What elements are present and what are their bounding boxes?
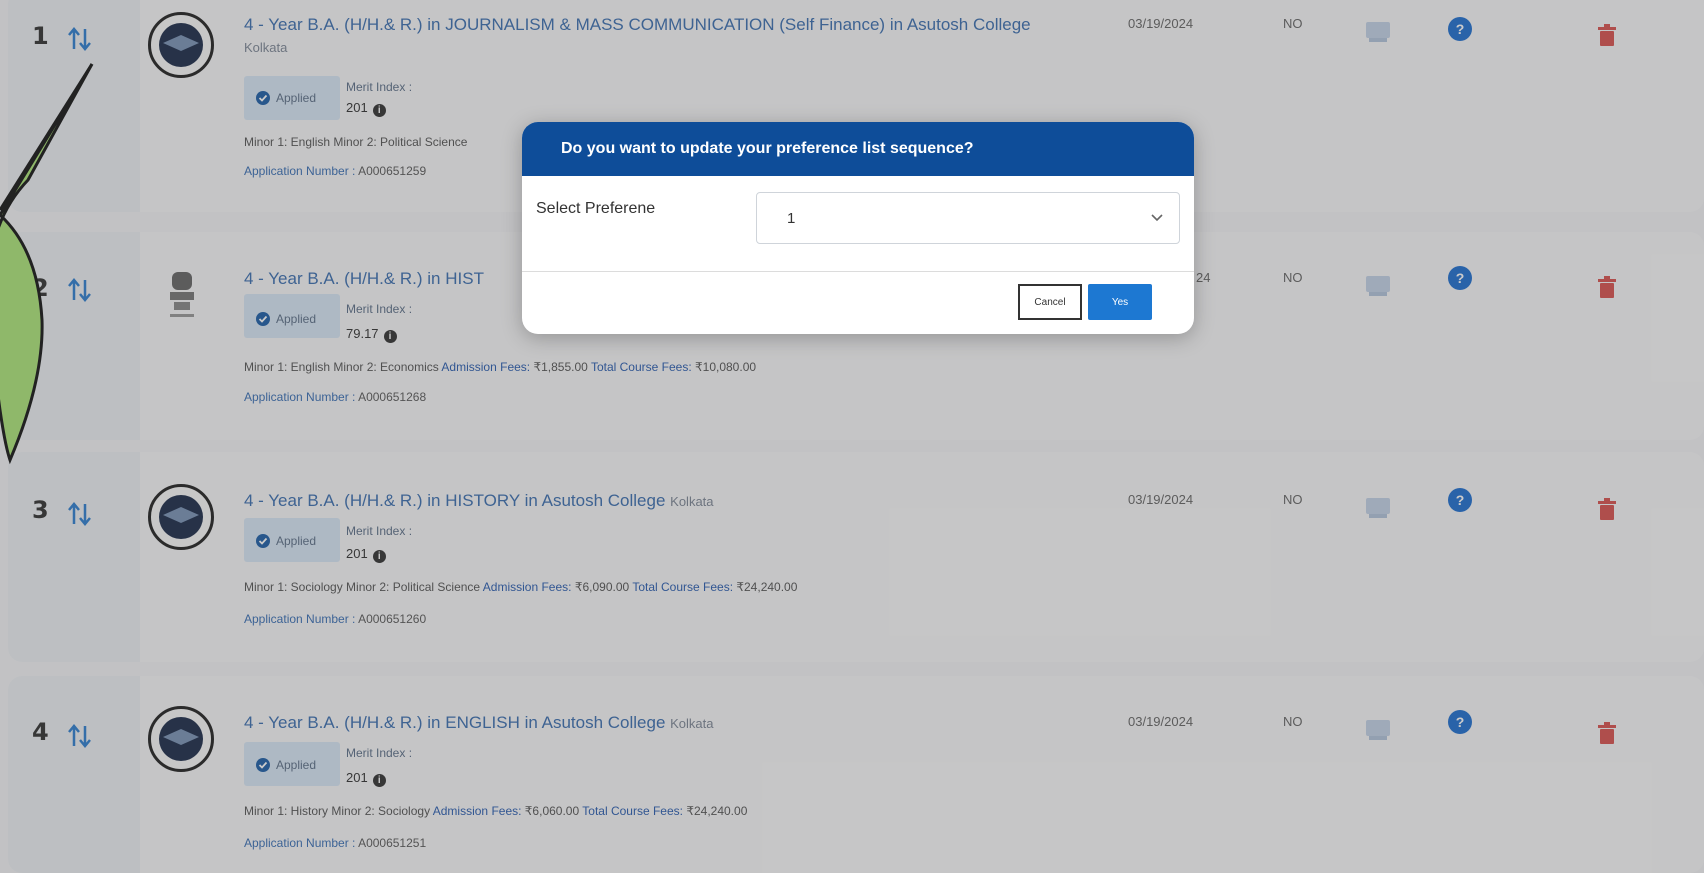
dialog-body: Select Preferene 1 (522, 176, 1194, 272)
selected-preference-value: 1 (787, 210, 796, 227)
preference-select[interactable]: 1 (756, 192, 1180, 244)
callout-bubble-annotation (0, 63, 94, 465)
chevron-down-icon (1151, 214, 1163, 222)
cancel-button[interactable]: Cancel (1018, 284, 1082, 320)
yes-button[interactable]: Yes (1088, 284, 1152, 320)
dialog-title: Do you want to update your preference li… (522, 122, 1194, 176)
select-preference-label: Select Preferene (536, 200, 656, 217)
update-preference-dialog: Do you want to update your preference li… (522, 122, 1194, 334)
dialog-footer: Cancel Yes (522, 272, 1194, 334)
